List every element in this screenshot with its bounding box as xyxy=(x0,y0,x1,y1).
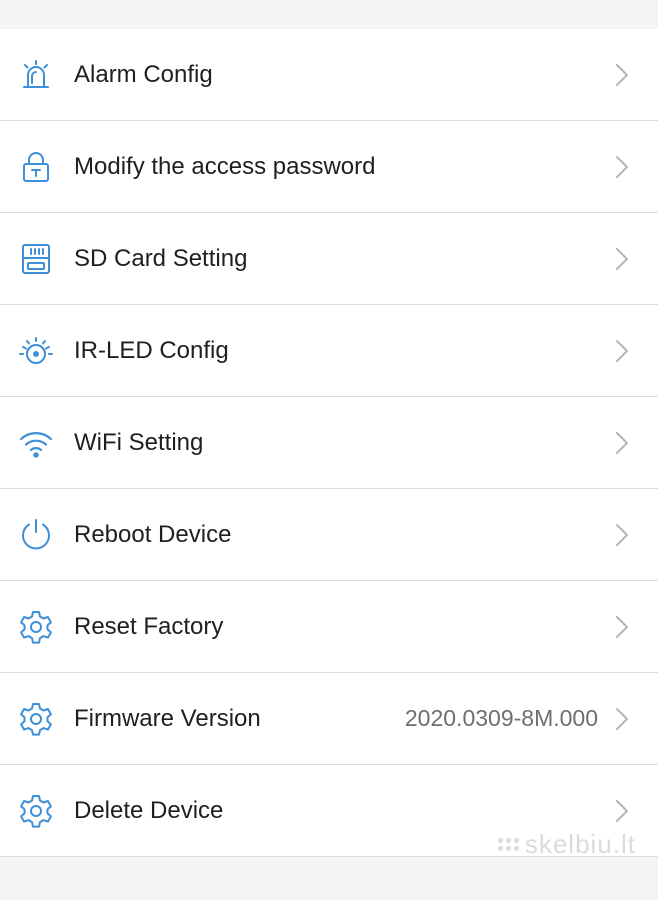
watermark-logo-icon xyxy=(497,838,519,851)
menu-item-wifi-setting[interactable]: WiFi Setting xyxy=(0,397,658,489)
watermark: skelbiu.lt xyxy=(497,829,636,860)
menu-item-sd-card-setting[interactable]: SD Card Setting xyxy=(0,213,658,305)
bottom-spacer xyxy=(0,857,658,891)
menu-item-label: Alarm Config xyxy=(74,60,213,88)
menu-item-alarm-config[interactable]: Alarm Config xyxy=(0,29,658,121)
sd-card-icon xyxy=(18,241,54,277)
menu-item-label: Firmware Version xyxy=(74,704,261,732)
menu-item-label: Reset Factory xyxy=(74,612,224,640)
menu-item-modify-password[interactable]: Modify the access password xyxy=(0,121,658,213)
menu-item-label: IR-LED Config xyxy=(74,336,229,364)
chevron-right-icon xyxy=(612,337,632,365)
menu-item-ir-led-config[interactable]: IR-LED Config xyxy=(0,305,658,397)
menu-item-label: WiFi Setting xyxy=(74,428,204,456)
top-spacer xyxy=(0,0,658,29)
menu-item-label: SD Card Setting xyxy=(74,244,248,272)
settings-menu: Alarm Config Modify the access password xyxy=(0,29,658,857)
chevron-right-icon xyxy=(612,521,632,549)
gear-icon xyxy=(18,793,54,829)
chevron-right-icon xyxy=(612,797,632,825)
gear-icon xyxy=(18,701,54,737)
menu-item-label: Reboot Device xyxy=(74,520,232,548)
chevron-right-icon xyxy=(612,153,632,181)
chevron-right-icon xyxy=(612,705,632,733)
chevron-right-icon xyxy=(612,429,632,457)
watermark-text: skelbiu.lt xyxy=(524,829,636,859)
menu-item-label: Delete Device xyxy=(74,796,224,824)
menu-item-reset-factory[interactable]: Reset Factory xyxy=(0,581,658,673)
chevron-right-icon xyxy=(612,613,632,641)
menu-item-reboot-device[interactable]: Reboot Device xyxy=(0,489,658,581)
lock-icon xyxy=(18,149,54,185)
menu-item-firmware-version[interactable]: Firmware Version 2020.0309-8M.000 xyxy=(0,673,658,765)
chevron-right-icon xyxy=(612,61,632,89)
power-icon xyxy=(18,517,54,553)
firmware-version-value: 2020.0309-8M.000 xyxy=(404,705,598,731)
menu-item-label: Modify the access password xyxy=(74,152,376,180)
wifi-icon xyxy=(18,425,54,461)
ir-led-icon xyxy=(18,333,54,369)
gear-icon xyxy=(18,609,54,645)
alarm-icon xyxy=(18,57,54,93)
chevron-right-icon xyxy=(612,245,632,273)
